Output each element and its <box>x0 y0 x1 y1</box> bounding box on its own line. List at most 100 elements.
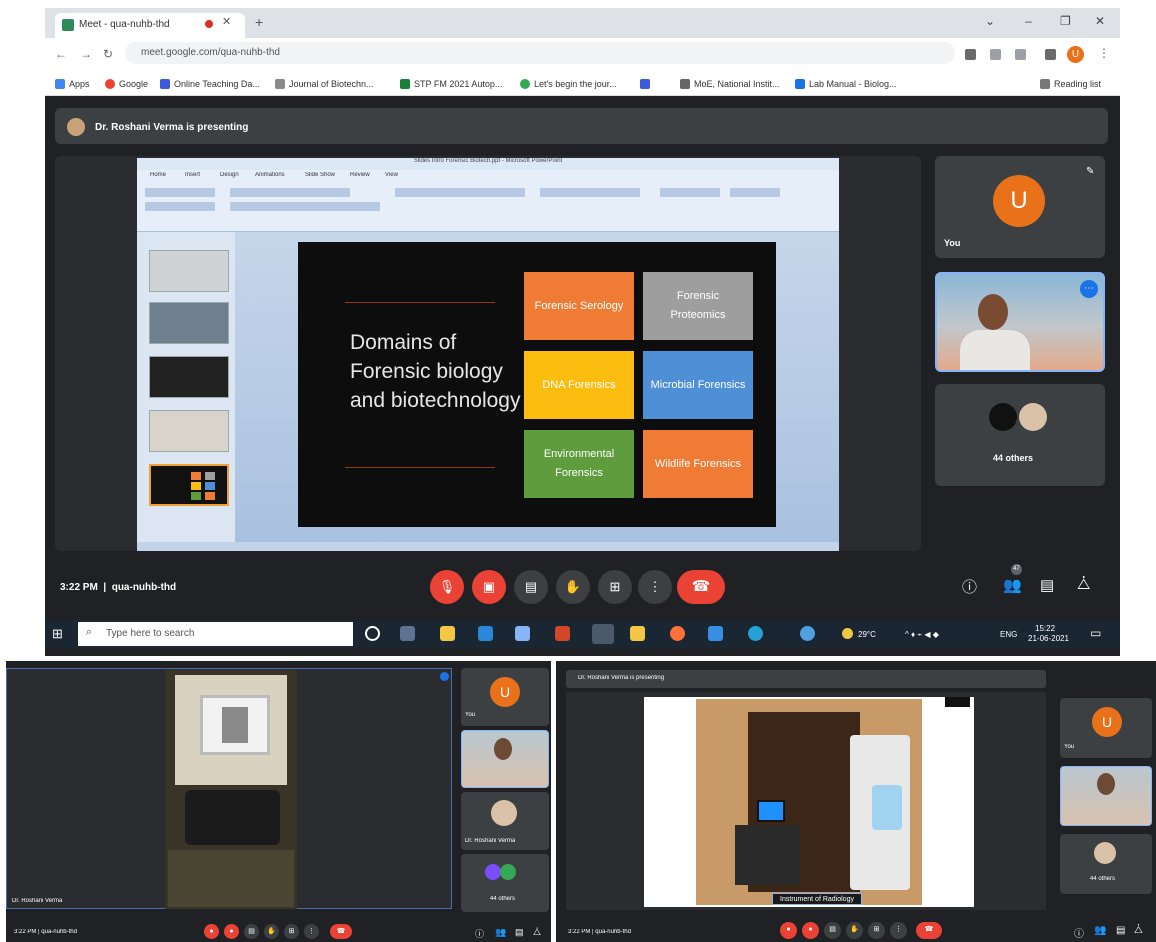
others-tile[interactable] <box>461 854 549 912</box>
dropbox-icon[interactable] <box>515 626 530 641</box>
slide-thumbnail[interactable] <box>149 250 229 292</box>
chrome-icon[interactable] <box>592 624 614 644</box>
app-icon[interactable] <box>630 626 645 641</box>
more-options-icon[interactable] <box>440 672 449 681</box>
captions-button[interactable]: ▤ <box>514 570 548 604</box>
bookmark-item[interactable]: Online Teaching Da... <box>174 79 260 89</box>
forward-icon[interactable]: → <box>80 47 92 61</box>
camera-off-button[interactable]: ● <box>224 924 239 939</box>
back-icon[interactable]: ← <box>55 47 67 61</box>
mic-off-button[interactable]: ● <box>780 922 797 939</box>
present-button[interactable]: ⊞ <box>868 922 885 939</box>
ribbon-shapes[interactable] <box>660 188 720 197</box>
more-options-icon[interactable]: ⋯ <box>1080 280 1098 298</box>
task-view-icon[interactable] <box>400 626 415 641</box>
ppt-tab-insert[interactable]: Insert <box>185 172 200 178</box>
people-icon[interactable]: 👥 <box>1003 576 1022 594</box>
word-icon[interactable] <box>708 626 723 641</box>
file-explorer-icon[interactable] <box>440 626 455 641</box>
ppt-tab-slideshow[interactable]: Slide Show <box>305 172 335 178</box>
share-icon[interactable] <box>990 49 1001 60</box>
mic-off-button[interactable]: ● <box>204 924 219 939</box>
bookmark-item[interactable]: Journal of Biotechn... <box>289 79 374 89</box>
reload-icon[interactable]: ↻ <box>103 47 113 61</box>
camera-off-button[interactable]: ▣ <box>472 570 506 604</box>
raise-hand-button[interactable]: ✋ <box>264 924 279 939</box>
end-call-button[interactable]: ☎ <box>916 922 942 939</box>
activities-icon[interactable]: ⧊ <box>533 927 541 938</box>
language-indicator[interactable]: ENG <box>1000 630 1017 639</box>
taskbar-time[interactable]: 15:22 <box>1035 624 1055 633</box>
bookmark-item[interactable]: MoE, National Instit... <box>694 79 780 89</box>
bookmark-item[interactable]: Google <box>119 79 148 89</box>
ppt-tab-animations[interactable]: Animations <box>255 172 285 178</box>
extension-icon[interactable] <box>965 49 976 60</box>
chat-icon[interactable]: ▤ <box>515 927 524 938</box>
others-tile[interactable] <box>935 384 1105 486</box>
edge-icon[interactable] <box>748 626 763 641</box>
ppt-tab-view[interactable]: View <box>385 172 398 178</box>
present-button[interactable]: ⊞ <box>284 924 299 939</box>
bookmark-item[interactable]: Lab Manual - Biolog... <box>809 79 897 89</box>
chrome-profile-icon[interactable] <box>800 626 815 641</box>
people-icon[interactable]: 👥 <box>495 927 506 938</box>
minimize-icon[interactable]: – <box>1025 14 1032 28</box>
taskbar-search-input[interactable]: Type here to search <box>78 622 353 646</box>
chat-icon[interactable]: ▤ <box>1040 576 1054 594</box>
mic-off-button[interactable]: 🎙 <box>430 570 464 604</box>
slide-thumbnail[interactable] <box>149 302 229 344</box>
powerpoint-icon[interactable] <box>555 626 570 641</box>
ppt-tab-design[interactable]: Design <box>220 172 239 178</box>
people-icon[interactable]: 👥 <box>1094 925 1106 936</box>
more-button[interactable]: ⋮ <box>304 924 319 939</box>
ribbon-drawing[interactable] <box>540 188 640 197</box>
address-bar[interactable]: meet.google.com/qua-nuhb-thd <box>125 42 955 64</box>
bookmark-item[interactable]: Apps <box>69 79 90 89</box>
maximize-icon[interactable]: ❐ <box>1060 14 1071 28</box>
end-call-button[interactable]: ☎ <box>677 570 725 604</box>
star-icon[interactable] <box>1015 49 1026 60</box>
ppt-tab-home[interactable]: Home <box>150 172 166 178</box>
menu-icon[interactable]: ⋮ <box>1098 46 1110 60</box>
tray-icons[interactable]: ^ ♦ ⌁ ◀ ◆ <box>905 630 939 639</box>
chat-icon[interactable]: ▤ <box>1116 925 1125 936</box>
slide-thumbnail[interactable] <box>149 410 229 452</box>
raise-hand-button[interactable]: ✋ <box>846 922 863 939</box>
notification-icon[interactable]: ▭ <box>1090 626 1101 640</box>
bookmark-item[interactable]: Let's begin the jour... <box>534 79 617 89</box>
new-tab-icon[interactable]: + <box>255 14 263 30</box>
ribbon-clipboard[interactable] <box>145 188 215 197</box>
chevron-down-icon[interactable]: ⌄ <box>985 14 995 28</box>
present-button[interactable]: ⊞ <box>598 570 632 604</box>
activities-icon[interactable]: ⧊ <box>1134 925 1143 936</box>
ribbon-slides[interactable] <box>145 202 215 211</box>
raise-hand-button[interactable]: ✋ <box>556 570 590 604</box>
ribbon-font-format[interactable] <box>230 202 380 211</box>
more-button[interactable]: ⋮ <box>638 570 672 604</box>
close-tab-icon[interactable]: ✕ <box>222 15 231 28</box>
ribbon-font[interactable] <box>230 188 350 197</box>
info-icon[interactable]: ⓘ <box>475 927 484 940</box>
reading-list[interactable]: Reading list <box>1054 79 1101 89</box>
bookmark-item[interactable]: STP FM 2021 Autop... <box>414 79 502 89</box>
ppt-tab-review[interactable]: Review <box>350 172 370 178</box>
captions-button[interactable]: ▤ <box>824 922 841 939</box>
end-call-button[interactable]: ☎ <box>330 924 352 939</box>
slide-thumbnail-selected[interactable] <box>149 464 229 506</box>
windows-start-icon[interactable]: ⊞ <box>52 626 63 642</box>
ribbon-editing[interactable] <box>730 188 780 197</box>
firefox-icon[interactable] <box>670 626 685 641</box>
more-button[interactable]: ⋮ <box>890 922 907 939</box>
taskbar-date[interactable]: 21-06-2021 <box>1028 634 1069 643</box>
ribbon-paragraph[interactable] <box>395 188 525 197</box>
info-icon[interactable]: ⓘ <box>1074 925 1084 940</box>
captions-button[interactable]: ▤ <box>244 924 259 939</box>
store-icon[interactable] <box>478 626 493 641</box>
slide-thumbnail[interactable] <box>149 356 229 398</box>
puzzle-icon[interactable] <box>1045 49 1056 60</box>
close-window-icon[interactable]: ✕ <box>1095 14 1105 28</box>
info-icon[interactable]: ⓘ <box>962 576 977 597</box>
cortana-icon[interactable] <box>365 626 380 641</box>
profile-avatar[interactable]: U <box>1067 46 1084 63</box>
camera-off-button[interactable]: ● <box>802 922 819 939</box>
